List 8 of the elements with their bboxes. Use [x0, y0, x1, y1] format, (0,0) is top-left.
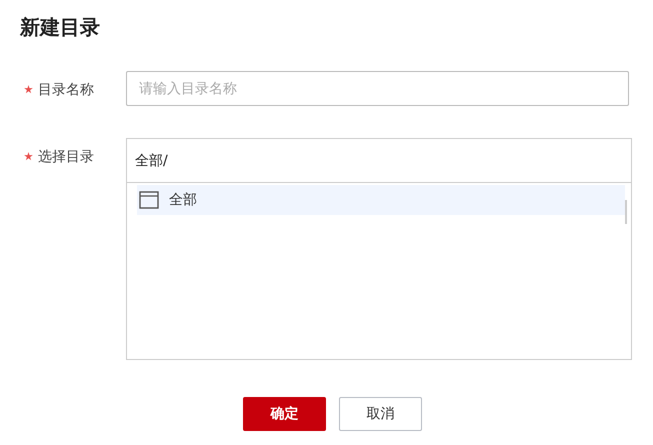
tree-item[interactable]: 全部 [137, 185, 625, 215]
field-label: 选择目录 [38, 148, 94, 166]
dialog-title: 新建目录 [20, 14, 101, 41]
directory-path: 全部/ [135, 152, 168, 170]
dialog-button[interactable]: 取消 [339, 397, 422, 431]
name-input-field[interactable]: 请输入目录名称 [126, 71, 629, 106]
dialog-button[interactable]: 确定 [243, 397, 326, 431]
field-label: 目录名称 [38, 81, 94, 99]
